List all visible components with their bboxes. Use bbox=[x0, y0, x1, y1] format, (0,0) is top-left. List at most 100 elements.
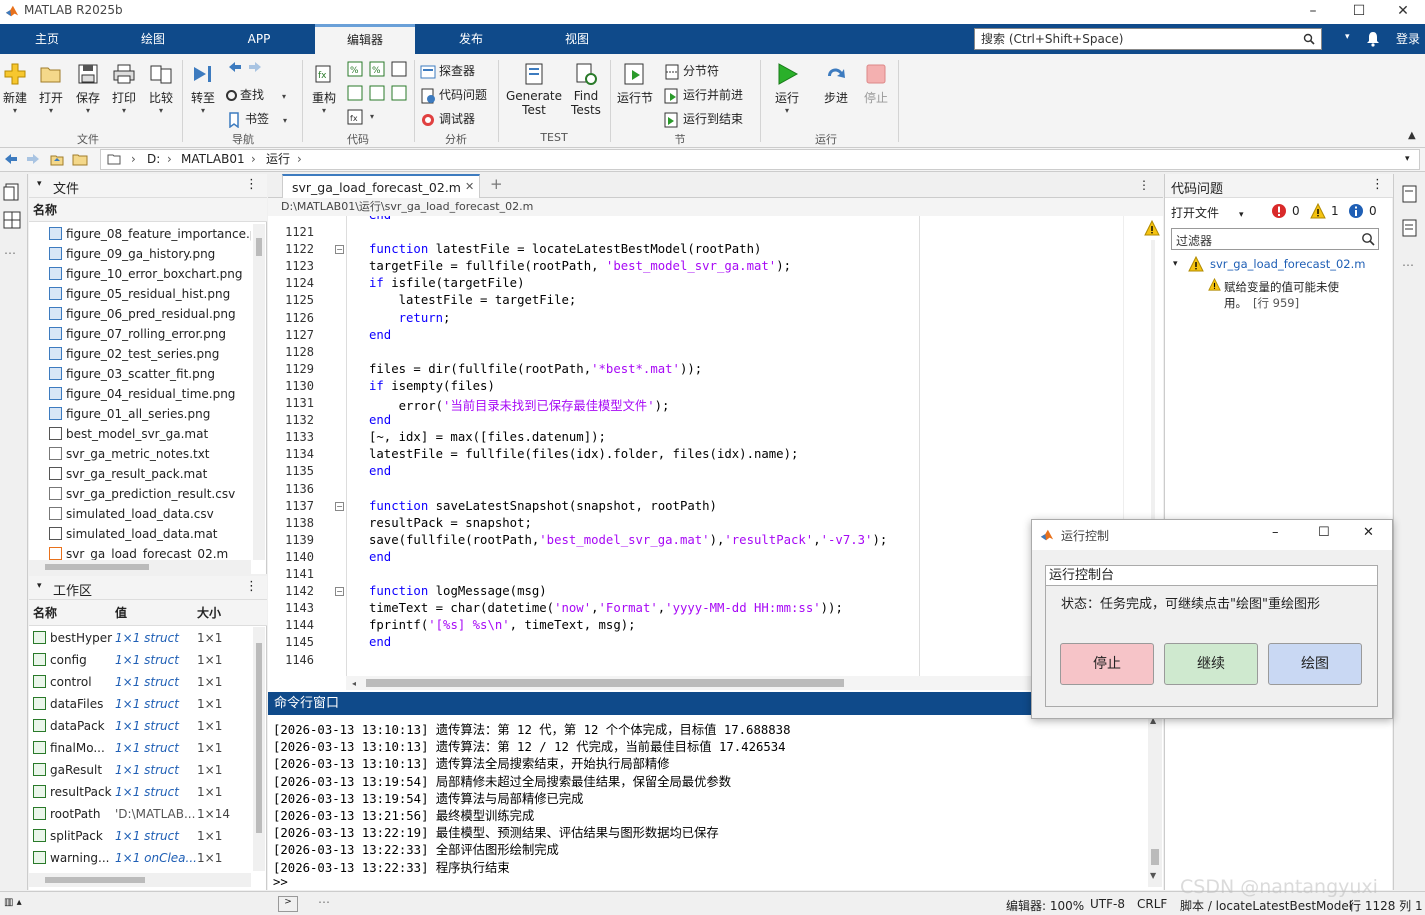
new-button[interactable]: 新建 ▾ bbox=[2, 62, 28, 115]
files-panel-menu-icon[interactable]: ⋮ bbox=[245, 177, 258, 192]
command-prompt-icon[interactable]: > bbox=[278, 896, 298, 912]
open-files-dropdown[interactable]: 打开文件 ▾ bbox=[1171, 204, 1244, 221]
status-more-icon[interactable]: ⋯ bbox=[318, 895, 330, 909]
close-window-button[interactable]: ✕ bbox=[1380, 0, 1425, 24]
tab-editor[interactable]: 编辑器 bbox=[315, 24, 415, 54]
workspace-panel-menu-icon[interactable]: ⋮ bbox=[245, 579, 258, 594]
workspace-variable-row[interactable]: config 1×1 struct 1×1 bbox=[29, 649, 251, 671]
back-arrow-icon[interactable] bbox=[228, 61, 242, 73]
file-list-item[interactable]: best_model_svr_ga.mat bbox=[29, 424, 208, 444]
file-list-item[interactable]: svr_ga_prediction_result.csv bbox=[29, 484, 235, 504]
file-list-item[interactable]: figure_01_all_series.png bbox=[29, 404, 210, 424]
workspace-vscrollbar[interactable] bbox=[253, 627, 265, 871]
workspace-variable-row[interactable]: control 1×1 struct 1×1 bbox=[29, 671, 251, 693]
maximize-button[interactable]: ☐ bbox=[1336, 0, 1382, 24]
explorer-button[interactable]: 探查器 bbox=[420, 62, 475, 80]
workspace-variable-row[interactable]: dataPack 1×1 struct 1×1 bbox=[29, 715, 251, 737]
file-list-item[interactable]: simulated_load_data.csv bbox=[29, 504, 214, 524]
code-issues-panel-icon[interactable] bbox=[1400, 184, 1420, 204]
forward-arrow-icon[interactable] bbox=[248, 61, 262, 73]
tab-home[interactable]: 主页 bbox=[0, 24, 94, 54]
command-vscrollbar[interactable]: ▲ ▼ bbox=[1148, 716, 1162, 887]
fold-toggle-icon[interactable]: − bbox=[335, 587, 344, 597]
file-list-item[interactable]: svr_ga_result_pack.mat bbox=[29, 464, 207, 484]
tab-publish[interactable]: 发布 bbox=[424, 24, 518, 54]
file-list-item[interactable]: figure_10_error_boxchart.png bbox=[29, 264, 242, 284]
debugger-button[interactable]: 调试器 bbox=[420, 110, 475, 128]
dialog-continue-button[interactable]: 继续 bbox=[1164, 643, 1258, 685]
workspace-variable-row[interactable]: resultPack 1×1 struct 1×1 bbox=[29, 781, 251, 803]
notification-bell-icon[interactable] bbox=[1366, 31, 1380, 47]
files-vscrollbar[interactable] bbox=[253, 224, 265, 560]
bookmark-button[interactable]: 书签 ▾ bbox=[226, 110, 287, 128]
indent-icon[interactable] bbox=[368, 84, 386, 102]
run-button[interactable]: 运行 ▾ bbox=[772, 62, 802, 115]
insert-function-icon[interactable]: fx bbox=[346, 108, 364, 126]
goto-button[interactable]: 转至 ▾ bbox=[190, 62, 216, 115]
collapse-chevron-icon[interactable]: ▾ bbox=[37, 179, 42, 189]
workspace-variable-row[interactable]: splitPack 1×1 struct 1×1 bbox=[29, 825, 251, 847]
outdent-icon[interactable] bbox=[390, 84, 408, 102]
minimize-button[interactable]: – bbox=[1290, 0, 1336, 24]
workspace-variable-row[interactable]: dataFiles 1×1 struct 1×1 bbox=[29, 693, 251, 715]
workspace-variable-row[interactable]: gaResult 1×1 struct 1×1 bbox=[29, 759, 251, 781]
file-list-item[interactable]: figure_04_residual_time.png bbox=[29, 384, 235, 404]
file-list-item[interactable]: figure_07_rolling_error.png bbox=[29, 324, 226, 344]
refactor-button[interactable]: fx 重构 ▾ bbox=[310, 62, 338, 115]
dialog-maximize-button[interactable]: ☐ bbox=[1318, 525, 1330, 540]
command-output[interactable]: [2026-03-13 13:10:13] 遗传算法：第 12 代，第 12 个… bbox=[268, 717, 1146, 890]
dialog-minimize-button[interactable]: – bbox=[1272, 525, 1279, 540]
open-button[interactable]: 打开 ▾ bbox=[38, 62, 64, 115]
workspace-variable-row[interactable]: bestHyper 1×1 struct 1×1 bbox=[29, 627, 251, 649]
status-eol[interactable]: CRLF bbox=[1137, 897, 1167, 911]
workspace-variable-row[interactable]: finalMo... 1×1 struct 1×1 bbox=[29, 737, 251, 759]
path-dropdown-icon[interactable]: ▾ bbox=[1405, 150, 1410, 169]
uncomment-icon[interactable]: % bbox=[368, 60, 386, 78]
close-tab-icon[interactable]: ✕ bbox=[465, 180, 474, 193]
files-hscrollbar[interactable] bbox=[29, 560, 251, 574]
stop-button[interactable]: 停止 bbox=[862, 62, 890, 106]
collapse-ribbon-icon[interactable]: ▲ bbox=[1408, 130, 1416, 141]
code-issues-button[interactable]: 代码问题 bbox=[420, 86, 487, 104]
print-button[interactable]: 打印 ▾ bbox=[111, 62, 137, 115]
up-folder-icon[interactable] bbox=[50, 152, 64, 166]
file-list-item[interactable]: figure_08_feature_importance.png bbox=[29, 224, 251, 244]
status-encoding[interactable]: UTF-8 bbox=[1090, 897, 1125, 911]
wrap-comments-icon[interactable] bbox=[390, 60, 408, 78]
more-panels-icon[interactable]: ⋯ bbox=[1402, 258, 1414, 272]
login-link[interactable]: 登录 bbox=[1396, 30, 1420, 47]
file-list-item[interactable]: svr_ga_load_forecast_02.m bbox=[29, 544, 228, 560]
ws-col-size[interactable]: 大小 bbox=[197, 600, 221, 626]
tab-plots[interactable]: 绘图 bbox=[106, 24, 200, 54]
files-col-name[interactable]: 名称 bbox=[29, 198, 267, 222]
issues-panel-menu-icon[interactable]: ⋮ bbox=[1371, 177, 1384, 192]
dialog-stop-button[interactable]: 停止 bbox=[1060, 643, 1154, 685]
command-prompt[interactable]: >> bbox=[273, 875, 288, 889]
save-button[interactable]: 保存 ▾ bbox=[75, 62, 101, 115]
ws-col-name[interactable]: 名称 bbox=[33, 600, 57, 626]
generate-test-button[interactable]: Generate Test bbox=[505, 62, 563, 117]
warning-icon[interactable] bbox=[1144, 220, 1160, 236]
file-list-item[interactable]: figure_02_test_series.png bbox=[29, 344, 219, 364]
file-list-item[interactable]: figure_03_scatter_fit.png bbox=[29, 364, 215, 384]
code-area[interactable]: end 1121 1122 − function latestFile = locate… bbox=[268, 216, 1123, 676]
workspace-variable-row[interactable]: rootPath 'D:\MATLAB... 1×14 bbox=[29, 803, 251, 825]
issue-message-cont[interactable]: 用。 bbox=[1224, 295, 1247, 311]
file-list-item[interactable]: svr_ga_metric_notes.txt bbox=[29, 444, 210, 464]
ws-col-value[interactable]: 值 bbox=[115, 600, 127, 626]
comment-icon[interactable]: % bbox=[346, 60, 364, 78]
editor-hscrollbar[interactable]: ◂ bbox=[346, 676, 1144, 690]
run-section-button[interactable]: 运行节 bbox=[616, 62, 654, 106]
run-and-advance-button[interactable]: 运行并前进 bbox=[664, 86, 743, 104]
find-button[interactable]: 查找 ▾ bbox=[226, 86, 286, 103]
files-panel-icon[interactable] bbox=[2, 182, 22, 202]
workspace-variable-row[interactable]: warning... 1×1 onClea... 1×1 bbox=[29, 847, 251, 869]
tab-apps[interactable]: APP bbox=[212, 24, 306, 54]
run-to-end-button[interactable]: 运行到结束 bbox=[664, 110, 743, 128]
search-input[interactable]: 搜索 (Ctrl+Shift+Space) bbox=[974, 28, 1322, 50]
editor-file-tab[interactable]: svr_ga_load_forecast_02.m ✕ bbox=[282, 174, 480, 198]
tab-view[interactable]: 视图 bbox=[530, 24, 624, 54]
workspace-hscrollbar[interactable] bbox=[29, 873, 251, 887]
file-list-item[interactable]: simulated_load_data.mat bbox=[29, 524, 218, 544]
path-segment-sub[interactable]: 运行 bbox=[266, 150, 290, 169]
